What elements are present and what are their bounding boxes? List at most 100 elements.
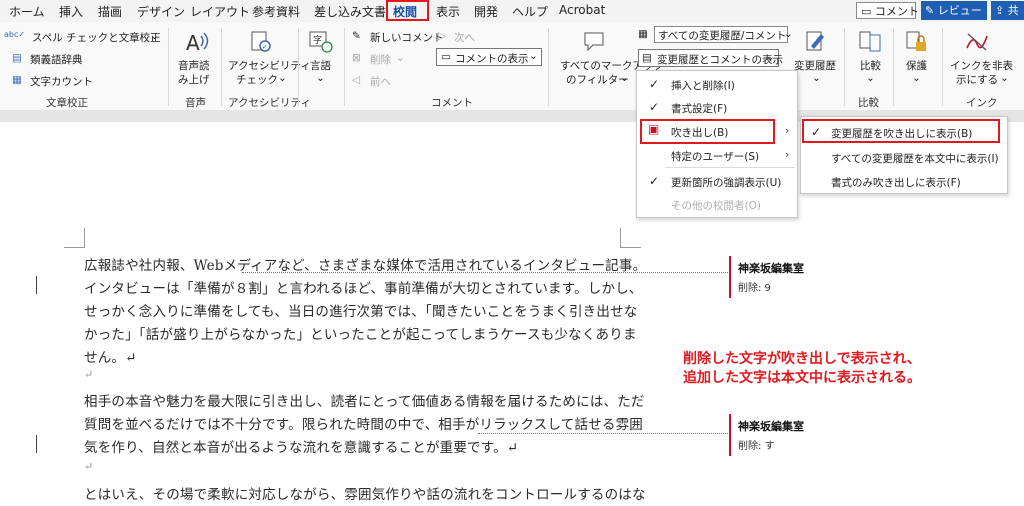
accessibility-check-button[interactable]: ✓ アクセシビリティ チェック ⌄: [226, 30, 311, 92]
document-line[interactable]: とはいえ、その場で柔軟に対応しながら、雰囲気作りや話の流れをコントロールするのは…: [84, 483, 646, 503]
markup-filter-icon: [584, 32, 604, 52]
read-aloud-icon: A: [186, 31, 209, 54]
spell-check-label: スペル チェックと文章校正: [32, 32, 161, 44]
group-divider: [344, 28, 345, 106]
show-markup-label: 変更履歴とコメントの表示: [657, 54, 783, 66]
new-comment-label: 新しいコメント: [370, 32, 444, 44]
language-button[interactable]: 字 言語 ⌄: [302, 30, 340, 92]
group-divider: [942, 28, 943, 106]
svg-text:字: 字: [313, 34, 322, 46]
track-changes-icon: [806, 31, 824, 51]
comment-author[interactable]: 神楽坂編集室: [738, 418, 804, 434]
annotation-note-line-2: 追加した文字は本文中に表示される。: [683, 370, 921, 386]
tab-mailings[interactable]: 差し込み文書: [314, 3, 386, 20]
hide-ink-button[interactable]: インクを非表 示にする ⌄: [946, 30, 1018, 92]
balloons-option-highlight: [802, 119, 1000, 143]
tab-acrobat[interactable]: Acrobat: [559, 3, 605, 17]
crop-mark: [84, 228, 85, 248]
document-line[interactable]: 広報誌や社内報、Webメディアなど、さまざまな媒体で活用されているインタビュー記…: [84, 254, 646, 274]
chevron-down-icon: ⌄: [620, 72, 629, 84]
crop-mark: [620, 228, 621, 248]
check-icon: ✓: [649, 77, 660, 91]
tab-references[interactable]: 参考資料: [252, 3, 300, 20]
track-changes-button[interactable]: 変更履歴 ⌄: [794, 30, 840, 92]
group-divider: [893, 28, 894, 106]
tab-insert[interactable]: 挿入: [59, 3, 83, 20]
tab-draw[interactable]: 描画: [98, 3, 122, 20]
chevron-right-icon: ›: [785, 148, 790, 161]
chevron-down-icon: ⌄: [316, 72, 325, 84]
share-icon: ⇪: [995, 4, 1005, 17]
menu-item-formatting[interactable]: 書式設定(F): [671, 101, 727, 116]
document-line[interactable]: せん。↵: [84, 346, 137, 366]
book-icon: ▤: [12, 52, 22, 64]
tab-developer[interactable]: 開発: [474, 3, 498, 20]
compare-group-label: 比較: [858, 97, 879, 109]
protect-button[interactable]: 保護 ⌄: [898, 30, 938, 92]
tab-design[interactable]: デザイン: [137, 3, 185, 20]
track-changes-label: 変更履歴: [794, 60, 836, 72]
comments-button[interactable]: ▭ コメント: [856, 2, 919, 19]
comment-text[interactable]: 削除: す: [738, 437, 775, 452]
tab-help[interactable]: ヘルプ: [512, 3, 548, 20]
menu-item-highlight-updates[interactable]: 更新箇所の強調表示(U): [671, 175, 781, 190]
document-line[interactable]: せっかく念入りに準備をしても、当日の進行次第では、「聞きたいことをうまく引き出せ…: [84, 300, 637, 320]
tab-view[interactable]: 表示: [436, 3, 460, 20]
all-changes-value: すべての変更履歴/コメント: [658, 30, 787, 42]
chevron-down-icon: ⌄: [812, 72, 821, 84]
word-count-label: 文字カウント: [30, 76, 93, 88]
document-line[interactable]: かった」「話が盛り上がらなかった」といったことが起こってしまうケースも少なくあり…: [84, 323, 637, 343]
read-aloud-label-2: み上げ: [178, 74, 210, 86]
compare-button[interactable]: 比較 ⌄: [852, 30, 892, 92]
all-changes-select[interactable]: すべての変更履歴/コメント: [654, 26, 788, 43]
submenu-item-show-all-inline[interactable]: すべての変更履歴を本文中に表示(I): [831, 151, 999, 166]
share-button[interactable]: ⇪ 共: [991, 1, 1024, 20]
comment-author[interactable]: 神楽坂編集室: [738, 260, 804, 276]
submenu-item-formatting-only[interactable]: 書式のみ吹き出しに表示(F): [831, 175, 961, 190]
tab-layout[interactable]: レイアウト: [190, 3, 250, 20]
document-line[interactable]: インタビューは「準備が８割」と言われるほど、事前準備が大切とされています。しかし…: [84, 277, 643, 297]
hide-ink-label-1: インクを非表: [950, 60, 1013, 72]
menu-item-other-authors[interactable]: その他の校閲者(O): [671, 198, 761, 213]
menu-item-specific-people[interactable]: 特定のユーザー(S): [671, 149, 759, 164]
protect-label: 保護: [906, 60, 927, 72]
comment-text[interactable]: 削除: 9: [738, 279, 771, 294]
chevron-down-icon: ⌄: [766, 51, 775, 63]
show-markup-button[interactable]: ▤ 変更履歴とコメントの表示 ⌄: [638, 49, 783, 67]
chevron-down-icon: ⌄: [912, 72, 921, 84]
language-icon: 字: [309, 31, 333, 53]
paragraph-mark: ↵: [84, 460, 94, 473]
chevron-down-icon: ⌄: [784, 28, 793, 40]
review-mode-button[interactable]: ✎ レビュー ⌄: [921, 1, 994, 20]
chevron-down-icon: ⌄: [278, 72, 287, 84]
document-line[interactable]: 質問を並べるだけでは不十分です。限られた時間の中で、相手がリラックスして話せる雰…: [84, 413, 643, 433]
document-line[interactable]: 気を作り、自然と本音が出るような流れを意識することが重要です。↵: [84, 436, 518, 456]
new-comment-icon: ✎: [352, 30, 361, 42]
share-button-label: 共: [1007, 4, 1019, 17]
accessibility-icon: ✓: [251, 31, 271, 52]
hide-ink-label-2: 示にする: [956, 74, 999, 86]
ink-icon: [966, 33, 988, 51]
crop-mark: [64, 247, 85, 248]
compare-icon: [859, 31, 881, 52]
ink-group-label: インク: [966, 97, 998, 109]
comment-icon: ▭: [861, 5, 872, 18]
compare-label: 比較: [860, 60, 881, 72]
markup-filter-button[interactable]: すべてのマークアップ のフィルター ⌄: [556, 30, 664, 92]
group-divider: [168, 28, 169, 106]
read-aloud-label-1: 音声読: [178, 60, 210, 72]
svg-text:A: A: [186, 31, 200, 54]
paragraph-mark: ↵: [84, 368, 94, 381]
menu-item-insertions-deletions[interactable]: 挿入と削除(I): [671, 78, 735, 93]
show-markup-icon: ▤: [642, 52, 652, 64]
spellcheck-icon: abc✓: [4, 30, 26, 39]
tab-home[interactable]: ホーム: [9, 3, 45, 20]
next-comment-label: 次へ: [454, 32, 475, 44]
read-aloud-button[interactable]: A 音声読 み上げ: [174, 30, 220, 92]
accessibility-label-2: チェック: [236, 74, 278, 86]
show-comments-button[interactable]: ▭ コメントの表示 ⌄: [436, 48, 542, 66]
chevron-down-icon: ⌄: [396, 52, 405, 64]
document-line[interactable]: 相手の本音や魅力を最大限に引き出し、読者にとって価値ある情報を届けるためには、た…: [84, 390, 645, 410]
check-icon: ✓: [649, 100, 660, 114]
word-count-icon: ▦: [12, 74, 22, 86]
